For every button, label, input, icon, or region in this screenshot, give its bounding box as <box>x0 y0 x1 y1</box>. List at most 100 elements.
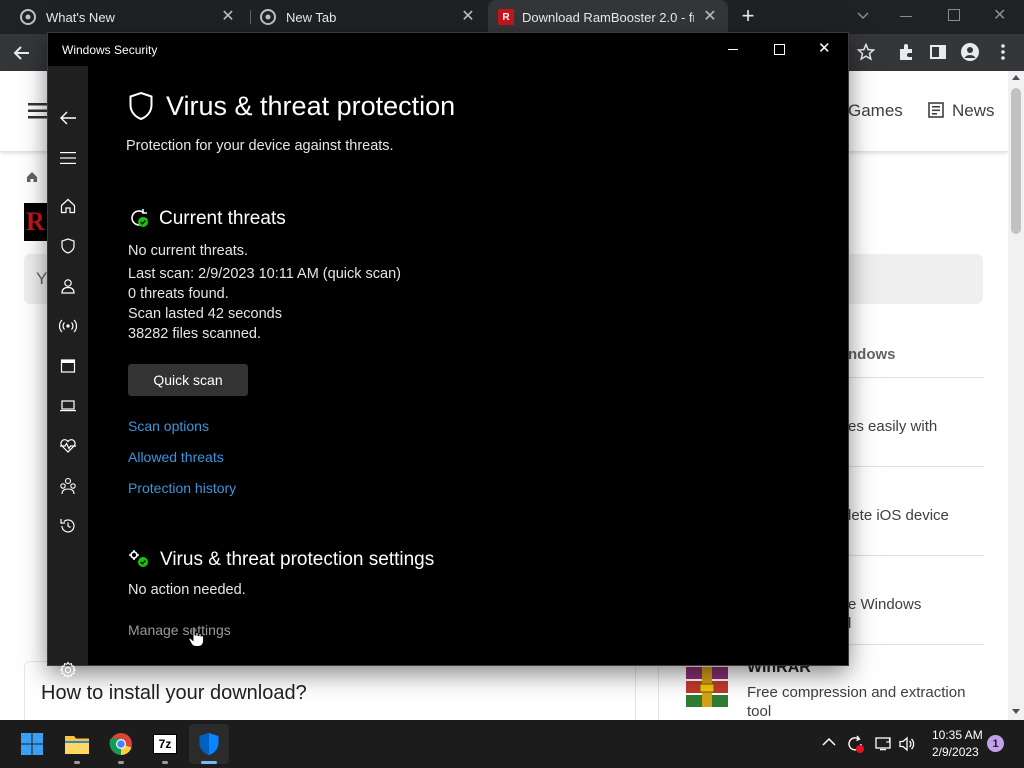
chevron-up-icon[interactable] <box>822 737 836 747</box>
minimize-icon[interactable] <box>900 16 912 17</box>
window-title: Windows Security <box>62 43 158 57</box>
new-tab-icon[interactable]: + <box>738 5 758 27</box>
tab-label: What's New <box>46 9 115 25</box>
tab-download-rambooster[interactable]: R Download RamBooster 2.0 - free ✕ <box>488 0 728 34</box>
home-breadcrumb-icon[interactable] <box>26 171 38 183</box>
close-tab-icon[interactable]: ✕ <box>220 9 236 25</box>
allowed-threats-link[interactable]: Allowed threats <box>128 449 224 465</box>
sidebar-item-text[interactable]: es easily with <box>848 418 937 435</box>
firewall-network-icon[interactable] <box>56 314 80 338</box>
notification-badge[interactable]: 1 <box>987 735 1004 752</box>
winrar-desc-line2: tool <box>747 703 772 720</box>
protection-history-icon[interactable] <box>56 514 80 538</box>
account-protection-icon[interactable] <box>56 274 80 298</box>
scan-options-link[interactable]: Scan options <box>128 418 209 434</box>
sidepanel-icon[interactable] <box>929 43 947 61</box>
clock-date[interactable]: 2/9/2023 <box>932 745 979 759</box>
minimize-icon[interactable] <box>728 49 738 50</box>
settings-gear-icon[interactable] <box>56 658 80 682</box>
site-favicon-icon: R <box>498 9 514 25</box>
scroll-up-icon[interactable] <box>1012 75 1020 80</box>
tab-new-tab[interactable]: New Tab ✕ <box>250 0 486 34</box>
threats-found: 0 threats found. <box>128 286 229 302</box>
browser-tab-strip: What's New ✕ New Tab ✕ R Download RamBoo… <box>0 0 1024 34</box>
threat-status: No current threats. <box>128 243 249 259</box>
sidebar-heading: ndows <box>848 346 896 363</box>
back-icon[interactable] <box>12 43 32 63</box>
scroll-down-icon[interactable] <box>1012 709 1020 714</box>
sidebar-item-text[interactable]: e Windows <box>848 596 921 613</box>
star-icon[interactable] <box>857 43 875 61</box>
hamburger-icon[interactable] <box>56 146 80 170</box>
back-icon[interactable] <box>56 106 80 130</box>
tab-label: Download RamBooster 2.0 - free <box>522 9 694 25</box>
chrome-icon[interactable] <box>101 724 141 764</box>
scrollbar-thumb[interactable] <box>1011 88 1021 234</box>
news-icon <box>928 102 944 118</box>
sync-alert-icon[interactable] <box>845 734 865 754</box>
tab-search-icon[interactable] <box>856 8 870 22</box>
close-icon[interactable]: ✕ <box>818 39 831 57</box>
divider <box>658 661 659 720</box>
windows-security-taskbar-icon[interactable] <box>189 724 229 764</box>
search-box-right[interactable] <box>848 254 983 304</box>
running-indicator <box>118 761 124 764</box>
quick-scan-button[interactable]: Quick scan <box>128 364 248 396</box>
family-options-icon[interactable] <box>56 474 80 498</box>
winrar-icon <box>684 667 730 709</box>
clock-time[interactable]: 10:35 AM <box>932 728 983 742</box>
close-window-icon[interactable]: ✕ <box>993 5 1006 25</box>
taskbar: 7z 10:35 AM 2/9/2023 1 <box>0 720 1024 768</box>
manage-settings-link[interactable]: Manage settings <box>128 622 231 638</box>
last-scan: Last scan: 2/9/2023 10:11 AM (quick scan… <box>128 266 401 282</box>
search-box-text: Y <box>36 269 48 288</box>
tab-whats-new[interactable]: What's New ✕ <box>10 0 246 34</box>
hand-cursor-icon <box>188 626 204 648</box>
network-icon[interactable] <box>874 735 892 753</box>
close-tab-icon[interactable]: ✕ <box>702 9 718 25</box>
scan-duration: Scan lasted 42 seconds <box>128 306 282 322</box>
nav-games-link[interactable]: Games <box>848 101 903 121</box>
app-browser-control-icon[interactable] <box>56 354 80 378</box>
settings-heading: Virus & threat protection settings <box>160 549 435 570</box>
scan-refresh-icon <box>128 207 150 229</box>
start-windows-icon[interactable] <box>12 724 52 764</box>
7zip-icon[interactable]: 7z <box>145 724 185 764</box>
close-tab-icon[interactable]: ✕ <box>460 9 476 25</box>
navigation-rail <box>48 66 88 679</box>
page-subtitle: Protection for your device against threa… <box>126 138 394 154</box>
running-indicator <box>162 761 168 764</box>
profile-icon[interactable] <box>960 42 980 62</box>
maximize-icon[interactable] <box>774 44 785 55</box>
page-title: Virus & threat protection <box>166 91 456 121</box>
chrome-icon <box>260 9 276 25</box>
current-threats-heading: Current threats <box>159 208 286 229</box>
device-health-icon[interactable] <box>56 434 80 458</box>
device-security-icon[interactable] <box>56 394 80 418</box>
extensions-icon[interactable] <box>897 43 915 61</box>
volume-icon[interactable] <box>898 735 916 753</box>
sidebar-item-text[interactable]: lete iOS device <box>848 507 949 524</box>
windows-security-window: Windows Security ✕ Virus & threat protec… <box>48 33 848 679</box>
files-scanned: 38282 files scanned. <box>128 326 262 342</box>
shield-icon[interactable] <box>56 234 80 258</box>
running-indicator <box>74 761 80 764</box>
home-icon[interactable] <box>56 194 80 218</box>
page-shield-icon <box>128 91 154 121</box>
winrar-desc: Free compression and extraction <box>747 684 966 701</box>
chrome-icon <box>20 9 36 25</box>
window-titlebar[interactable]: Windows Security ✕ <box>48 33 848 66</box>
nav-news-link[interactable]: News <box>952 101 995 121</box>
settings-gears-icon <box>128 549 150 569</box>
restore-icon[interactable] <box>948 9 960 21</box>
install-heading: How to install your download? <box>41 682 307 704</box>
protection-history-link[interactable]: Protection history <box>128 480 236 496</box>
sidebar-item-text[interactable]: l <box>848 615 851 632</box>
tab-label: New Tab <box>286 9 337 25</box>
search-box[interactable]: Y <box>24 254 50 304</box>
install-card: How to install your download? <box>24 661 636 721</box>
hamburger-icon[interactable] <box>28 103 48 119</box>
page-scrollbar[interactable] <box>1008 71 1024 720</box>
file-explorer-icon[interactable] <box>57 724 97 764</box>
menu-icon[interactable] <box>995 43 1011 61</box>
